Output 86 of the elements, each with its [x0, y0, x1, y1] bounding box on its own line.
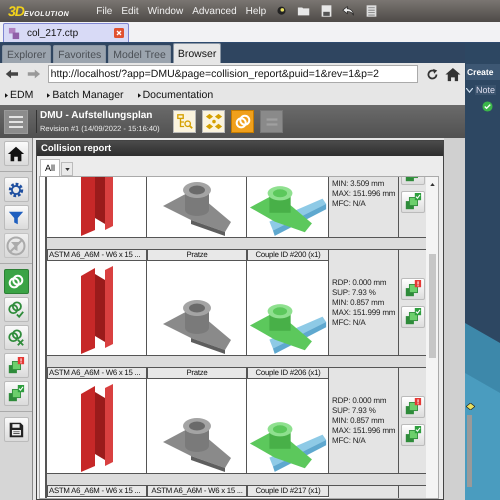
scroll-thumb[interactable]: [428, 254, 436, 358]
tree-search-icon: [176, 112, 194, 130]
toolbar-button[interactable]: [231, 110, 254, 133]
nav-link[interactable]: Documentation: [142, 89, 214, 101]
undo-icon[interactable]: [342, 4, 356, 18]
collision-alert-icon: [404, 280, 422, 298]
refresh-icon[interactable]: [426, 68, 440, 80]
sidebar-button[interactable]: [4, 417, 28, 442]
settings-icon: [7, 180, 25, 198]
panel-title: Collision report: [41, 143, 112, 154]
save-icon[interactable]: [320, 4, 334, 18]
collision-approve-icon: [404, 426, 422, 444]
metric-text: MAX: 151.999 mm: [332, 308, 396, 318]
home-icon: [7, 144, 25, 162]
bullet-icon: [138, 92, 141, 98]
project-title: DMU - Aufstellungsplan: [40, 110, 154, 121]
components-icon: [204, 112, 222, 130]
menu-item[interactable]: Edit: [121, 6, 139, 16]
flag-collision-button[interactable]: [400, 278, 424, 300]
tab[interactable]: Browser: [172, 43, 222, 63]
menu-item[interactable]: Help: [246, 6, 266, 16]
collision-icon: [7, 272, 25, 290]
check-icon: [482, 101, 493, 112]
menu-icon: [8, 114, 24, 130]
sidebar-button[interactable]: [4, 141, 28, 166]
bullet-icon: [5, 92, 8, 98]
metric-text: MIN: 3.509 mm: [332, 179, 386, 189]
approve-collision-button[interactable]: [400, 191, 424, 213]
approve-collision-button[interactable]: [400, 424, 424, 446]
collision-check-icon: [7, 300, 25, 318]
approve-collision-button[interactable]: [400, 306, 424, 328]
metric-text: SUP: 7.93 %: [332, 406, 377, 416]
metric-text: RDP: 0.000 mm: [332, 278, 388, 288]
metric-text: MFC: N/A: [332, 318, 367, 328]
forward-icon[interactable]: [26, 67, 42, 81]
collision-icon: [234, 112, 252, 130]
save-icon: [7, 420, 25, 438]
collision-alert-icon: [7, 356, 25, 374]
home-icon[interactable]: [445, 66, 461, 82]
close-icon[interactable]: [114, 28, 124, 38]
dropdown-button[interactable]: [61, 162, 74, 176]
create-title: Create: [467, 67, 494, 77]
cubes-icon: [8, 26, 21, 40]
filter-tab[interactable]: All: [40, 159, 60, 176]
menu-item[interactable]: Window: [148, 6, 184, 16]
address-field[interactable]: http://localhost/?app=DMU&page=collision_report&puid=1&rev=1&p=2: [48, 65, 418, 83]
menu-button[interactable]: [4, 110, 28, 134]
metric-text: MFC: N/A: [332, 199, 367, 209]
metric-text: SUP: 7.93 %: [332, 288, 377, 298]
menu-item[interactable]: Advanced: [192, 6, 237, 16]
collision-alert-icon: [404, 398, 422, 416]
collision-remove-icon: [7, 328, 25, 346]
toolbar-button[interactable]: [173, 110, 196, 133]
toolbar-button[interactable]: [202, 110, 225, 133]
metric-text: MFC: N/A: [332, 436, 367, 446]
caret-icon: [64, 168, 70, 170]
nav-link[interactable]: EDM: [10, 89, 34, 101]
metric-text: RDP: 0.000 mm: [332, 396, 388, 406]
marker-icon: [466, 403, 475, 410]
scroll-up-icon: [430, 183, 435, 186]
flag-collision-button[interactable]: [400, 396, 424, 418]
bullet-icon: [47, 92, 50, 98]
tab[interactable]: Explorer: [2, 45, 52, 63]
metric-text: MAX: 151.996 mm: [332, 426, 396, 436]
filter-off-icon: [6, 236, 26, 256]
chevron-icon[interactable]: [466, 88, 473, 92]
document-tab[interactable]: col_217.ctp: [3, 23, 129, 42]
metric-text: MIN: 0.857 mm: [332, 298, 386, 308]
tab[interactable]: Model Tree: [108, 45, 171, 63]
collision-approve-icon: [404, 193, 422, 211]
filter-icon: [7, 208, 25, 226]
scrollbar[interactable]: [426, 177, 438, 498]
metric-text: MIN: 0.857 mm: [332, 416, 386, 426]
nav-link[interactable]: Batch Manager: [52, 89, 124, 101]
menu-item[interactable]: File: [96, 6, 112, 16]
tab[interactable]: Favorites: [53, 45, 106, 63]
logo-mark: 3D: [8, 3, 24, 19]
note-label[interactable]: Note: [475, 85, 496, 95]
collision-approve-icon: [7, 384, 25, 402]
list-icon[interactable]: [365, 4, 378, 18]
back-icon[interactable]: [4, 67, 20, 81]
pin-icon[interactable]: [275, 4, 288, 18]
side-handle[interactable]: [467, 415, 472, 487]
collision-approve-icon: [404, 308, 422, 326]
sidebar-button[interactable]: [4, 177, 28, 202]
metric-text: MAX: 151.996 mm: [332, 189, 396, 199]
